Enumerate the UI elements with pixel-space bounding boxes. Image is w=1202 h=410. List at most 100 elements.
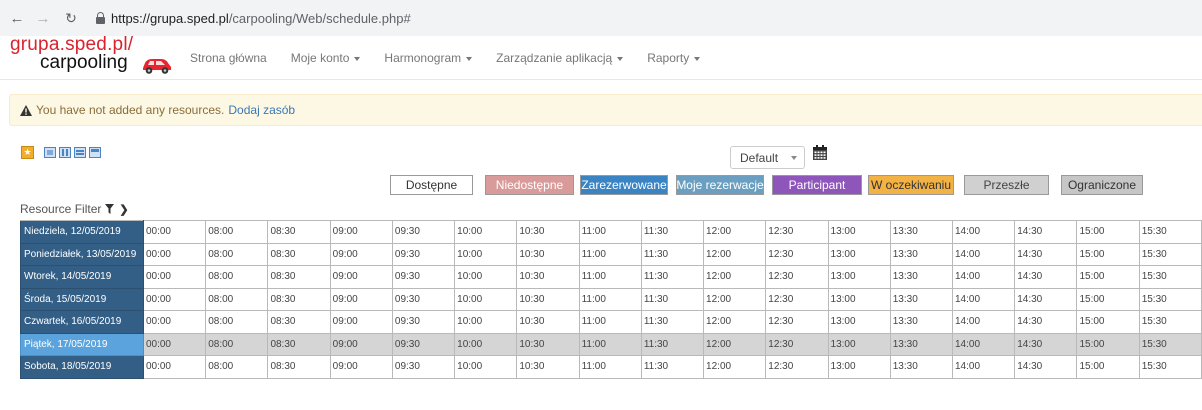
time-slot[interactable]: 14:00 (951, 242, 1016, 266)
forward-arrow-icon[interactable]: → (32, 7, 54, 29)
time-slot[interactable]: 10:00 (454, 265, 518, 289)
time-slot[interactable]: 00:00 (142, 332, 207, 356)
time-slot[interactable]: 08:30 (267, 355, 331, 379)
time-slot[interactable]: 10:00 (454, 332, 518, 356)
time-slot[interactable]: 11:30 (640, 310, 705, 334)
time-slot[interactable]: 10:30 (516, 220, 580, 244)
time-slot[interactable]: 09:00 (329, 242, 393, 266)
time-slot[interactable]: 11:00 (578, 310, 642, 334)
time-slot[interactable]: 08:30 (267, 220, 331, 244)
time-slot[interactable]: 10:00 (454, 355, 518, 379)
time-slot[interactable]: 12:30 (765, 355, 829, 379)
time-slot[interactable]: 11:00 (578, 220, 642, 244)
time-slot[interactable]: 11:30 (640, 287, 705, 311)
time-slot[interactable]: 09:00 (329, 220, 393, 244)
time-slot[interactable]: 08:30 (267, 242, 331, 266)
time-slot[interactable]: 13:30 (889, 332, 953, 356)
time-slot[interactable]: 00:00 (142, 242, 207, 266)
time-slot[interactable]: 12:30 (765, 310, 829, 334)
time-slot[interactable]: 15:30 (1138, 287, 1202, 311)
time-slot[interactable]: 09:30 (391, 265, 456, 289)
reload-icon[interactable]: ↻ (60, 7, 82, 29)
time-slot[interactable]: 08:30 (267, 287, 331, 311)
time-slot[interactable]: 09:00 (329, 310, 393, 334)
address-bar[interactable]: https://grupa.sped.pl/carpooling/Web/sch… (111, 11, 411, 26)
time-slot[interactable]: 11:30 (640, 332, 705, 356)
time-slot[interactable]: 15:30 (1138, 310, 1202, 334)
time-slot[interactable]: 08:00 (205, 355, 269, 379)
time-slot[interactable]: 13:00 (827, 220, 891, 244)
menu-item-harmonogram[interactable]: Harmonogram (384, 51, 473, 65)
day-label[interactable]: Piątek, 17/05/2019 (20, 332, 144, 356)
time-slot[interactable]: 10:30 (516, 355, 580, 379)
time-slot[interactable]: 13:00 (827, 332, 891, 356)
time-slot[interactable]: 14:00 (951, 287, 1016, 311)
time-slot[interactable]: 09:00 (329, 287, 393, 311)
standard-layout-icon[interactable] (44, 147, 56, 158)
menu-item-strona-główna[interactable]: Strona główna (190, 51, 267, 65)
time-slot[interactable]: 00:00 (142, 220, 207, 244)
menu-item-raporty[interactable]: Raporty (647, 51, 701, 65)
time-slot[interactable]: 09:00 (329, 355, 393, 379)
time-slot[interactable]: 12:30 (765, 332, 829, 356)
day-label[interactable]: Czwartek, 16/05/2019 (20, 310, 144, 334)
time-slot[interactable]: 14:30 (1014, 332, 1078, 356)
time-slot[interactable]: 13:30 (889, 220, 953, 244)
time-slot[interactable]: 11:00 (578, 242, 642, 266)
time-slot[interactable]: 13:30 (889, 287, 953, 311)
time-slot[interactable]: 11:30 (640, 265, 705, 289)
time-slot[interactable]: 09:30 (391, 355, 456, 379)
time-slot[interactable]: 00:00 (142, 355, 207, 379)
time-slot[interactable]: 11:30 (640, 220, 705, 244)
add-resource-link[interactable]: Dodaj zasób (228, 103, 295, 117)
time-slot[interactable]: 15:30 (1138, 242, 1202, 266)
time-slot[interactable]: 15:00 (1076, 332, 1140, 356)
time-slot[interactable]: 00:00 (142, 310, 207, 334)
time-slot[interactable]: 10:00 (454, 287, 518, 311)
time-slot[interactable]: 09:30 (391, 332, 456, 356)
day-label[interactable]: Środa, 15/05/2019 (20, 287, 144, 311)
time-slot[interactable]: 12:00 (703, 220, 767, 244)
time-slot[interactable]: 13:30 (889, 310, 953, 334)
time-slot[interactable]: 14:00 (951, 220, 1016, 244)
time-slot[interactable]: 11:30 (640, 355, 705, 379)
time-slot[interactable]: 11:30 (640, 242, 705, 266)
time-slot[interactable]: 13:00 (827, 242, 891, 266)
time-slot[interactable]: 00:00 (142, 265, 207, 289)
day-label[interactable]: Sobota, 18/05/2019 (20, 355, 144, 379)
time-slot[interactable]: 08:00 (205, 310, 269, 334)
time-slot[interactable]: 15:00 (1076, 220, 1140, 244)
time-slot[interactable]: 08:00 (205, 332, 269, 356)
time-slot[interactable]: 11:00 (578, 265, 642, 289)
time-slot[interactable]: 00:00 (142, 287, 207, 311)
time-slot[interactable]: 12:30 (765, 287, 829, 311)
time-slot[interactable]: 12:00 (703, 265, 767, 289)
time-slot[interactable]: 14:30 (1014, 220, 1078, 244)
time-slot[interactable]: 11:00 (578, 332, 642, 356)
time-slot[interactable]: 09:30 (391, 220, 456, 244)
time-slot[interactable]: 10:30 (516, 310, 580, 334)
time-slot[interactable]: 13:30 (889, 355, 953, 379)
time-slot[interactable]: 15:30 (1138, 332, 1202, 356)
wide-layout-icon[interactable] (59, 147, 71, 158)
time-slot[interactable]: 12:00 (703, 242, 767, 266)
time-slot[interactable]: 11:00 (578, 355, 642, 379)
menu-item-moje-konto[interactable]: Moje konto (291, 51, 361, 65)
calendar-icon[interactable] (812, 145, 828, 161)
schedule-select[interactable]: Default (730, 146, 805, 169)
time-slot[interactable]: 09:00 (329, 332, 393, 356)
time-slot[interactable]: 10:30 (516, 332, 580, 356)
time-slot[interactable]: 10:30 (516, 265, 580, 289)
time-slot[interactable]: 09:30 (391, 242, 456, 266)
time-slot[interactable]: 12:00 (703, 332, 767, 356)
time-slot[interactable]: 14:30 (1014, 242, 1078, 266)
time-slot[interactable]: 15:30 (1138, 265, 1202, 289)
time-slot[interactable]: 11:00 (578, 287, 642, 311)
time-slot[interactable]: 13:00 (827, 265, 891, 289)
time-slot[interactable]: 08:00 (205, 220, 269, 244)
time-slot[interactable]: 08:30 (267, 310, 331, 334)
favorite-star-icon[interactable]: ★ (21, 146, 34, 159)
time-slot[interactable]: 14:00 (951, 332, 1016, 356)
day-label[interactable]: Poniedziałek, 13/05/2019 (20, 242, 144, 266)
time-slot[interactable]: 12:00 (703, 355, 767, 379)
